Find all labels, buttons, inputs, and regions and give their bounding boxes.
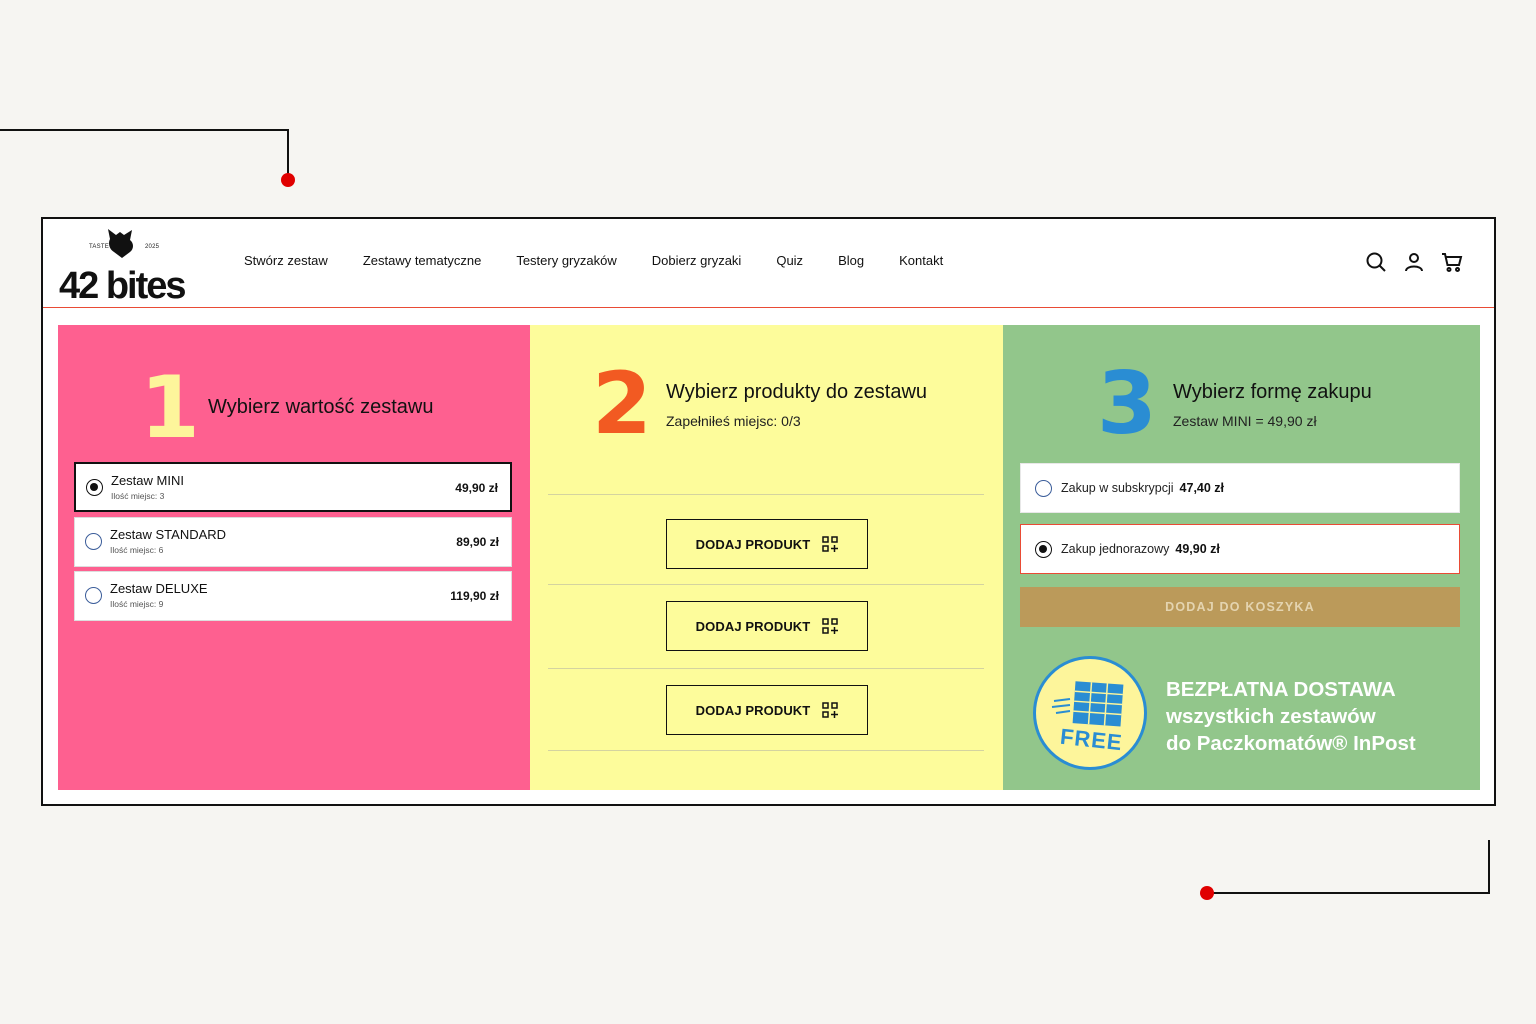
- add-to-cart-button[interactable]: DODAJ DO KOSZYKA: [1020, 587, 1460, 627]
- set-option-name: Zestaw MINI: [111, 473, 184, 488]
- step-1-panel: 1 Wybierz wartość zestawu Zestaw MINI Il…: [58, 325, 530, 790]
- free-delivery-line-3: do Paczkomatów® InPost: [1166, 732, 1416, 755]
- cat-logo-icon: [108, 229, 133, 258]
- radio-unselected[interactable]: [1035, 480, 1052, 497]
- set-option-name: Zestaw STANDARD: [110, 527, 227, 542]
- set-option-seats: Ilość miejsc: 9: [110, 599, 164, 609]
- free-delivery-line-2: wszystkich zestawów: [1166, 705, 1376, 728]
- add-product-button-2[interactable]: DODAJ PRODUKT: [666, 601, 868, 651]
- decor-line-bottom-vertical: [1488, 840, 1490, 893]
- nav-item-dobierz-gryzaki[interactable]: Dobierz gryzaki: [652, 253, 742, 268]
- header-icons: [1364, 250, 1464, 274]
- payment-option-one-time[interactable]: Zakup jednorazowy 49,90 zł: [1020, 524, 1460, 574]
- divider: [548, 668, 984, 669]
- logo-text: 42 bites: [59, 265, 187, 307]
- set-option-price: 89,90 zł: [456, 535, 499, 549]
- set-option-seats: Ilość miejsc: 6: [110, 545, 164, 555]
- decor-dot-top: [281, 173, 295, 187]
- free-delivery-line-1: BEZPŁATNA DOSTAWA: [1166, 678, 1396, 701]
- payment-option-subscription[interactable]: Zakup w subskrypcji 47,40 zł: [1020, 463, 1460, 513]
- set-option-mini[interactable]: Zestaw MINI Ilość miejsc: 3 49,90 zł: [74, 462, 512, 512]
- nav-item-blog[interactable]: Blog: [838, 253, 864, 268]
- divider: [548, 750, 984, 751]
- nav-item-zestawy-tematyczne[interactable]: Zestawy tematyczne: [363, 253, 482, 268]
- step-3-subtitle: Zestaw MINI = 49,90 zł: [1173, 413, 1317, 429]
- logo-tagline-right: 2025: [145, 244, 160, 250]
- set-option-standard[interactable]: Zestaw STANDARD Ilość miejsc: 6 89,90 zł: [74, 517, 512, 567]
- set-option-price: 119,90 zł: [450, 589, 499, 603]
- step-2-number: 2: [592, 354, 652, 454]
- radio-selected[interactable]: [1035, 541, 1052, 558]
- add-product-button-1[interactable]: DODAJ PRODUKT: [666, 519, 868, 569]
- nav-item-kontakt[interactable]: Kontakt: [899, 253, 943, 268]
- step-2-panel: 2 Wybierz produkty do zestawu Zapełniłeś…: [530, 325, 1003, 790]
- logo[interactable]: TASTE 2025 42 bites: [59, 227, 199, 307]
- add-product-label: DODAJ PRODUKT: [695, 618, 811, 634]
- add-grid-icon: [822, 618, 839, 634]
- decor-line-bottom-horizontal: [1210, 892, 1490, 894]
- free-label: FREE: [1058, 723, 1124, 756]
- decor-line-top-vertical: [287, 129, 289, 175]
- step-3-number: 3: [1097, 354, 1157, 454]
- payment-option-text: Zakup w subskrypcji 47,40 zł: [1061, 481, 1224, 495]
- configurator: 1 Wybierz wartość zestawu Zestaw MINI Il…: [58, 325, 1480, 790]
- free-delivery-badge: FREE: [1033, 656, 1147, 770]
- add-grid-icon: [822, 536, 839, 552]
- set-option-deluxe[interactable]: Zestaw DELUXE Ilość miejsc: 9 119,90 zł: [74, 571, 512, 621]
- step-3-panel: 3 Wybierz formę zakupu Zestaw MINI = 49,…: [1003, 325, 1480, 790]
- user-icon[interactable]: [1402, 250, 1426, 274]
- decor-line-top-horizontal: [0, 129, 288, 131]
- step-2-subtitle: Zapełniłeś miejsc: 0/3: [666, 413, 801, 429]
- site-header: TASTE 2025 42 bites Stwórz zestaw Zestaw…: [43, 219, 1494, 308]
- cart-icon[interactable]: [1440, 250, 1464, 274]
- radio-unselected[interactable]: [85, 587, 102, 604]
- add-product-label: DODAJ PRODUKT: [695, 536, 811, 552]
- main-nav: Stwórz zestaw Zestawy tematyczne Testery…: [244, 253, 978, 268]
- set-option-seats: Ilość miejsc: 3: [111, 491, 165, 501]
- step-3-title: Wybierz formę zakupu: [1173, 381, 1372, 403]
- add-product-button-3[interactable]: DODAJ PRODUKT: [666, 685, 868, 735]
- divider: [548, 494, 984, 495]
- payment-option-text: Zakup jednorazowy 49,90 zł: [1061, 542, 1220, 556]
- payment-option-label: Zakup w subskrypcji: [1061, 481, 1174, 495]
- free-delivery-text: BEZPŁATNA DOSTAWA wszystkich zestawów do…: [1166, 676, 1416, 757]
- payment-option-price: 47,40 zł: [1179, 481, 1225, 495]
- add-grid-icon: [822, 702, 839, 718]
- browser-frame: TASTE 2025 42 bites Stwórz zestaw Zestaw…: [41, 217, 1496, 806]
- step-1-number: 1: [140, 358, 200, 458]
- nav-item-testery-gryzakow[interactable]: Testery gryzaków: [516, 253, 616, 268]
- step-1-title: Wybierz wartość zestawu: [208, 396, 434, 418]
- set-option-name: Zestaw DELUXE: [110, 581, 208, 596]
- decor-dot-bottom: [1200, 886, 1214, 900]
- radio-selected[interactable]: [86, 479, 103, 496]
- add-product-label: DODAJ PRODUKT: [695, 702, 811, 718]
- nav-item-stworz-zestaw[interactable]: Stwórz zestaw: [244, 253, 328, 268]
- payment-option-price: 49,90 zł: [1175, 542, 1220, 556]
- payment-option-label: Zakup jednorazowy: [1061, 542, 1170, 556]
- nav-item-quiz[interactable]: Quiz: [776, 253, 803, 268]
- search-icon[interactable]: [1364, 250, 1388, 274]
- divider: [548, 584, 984, 585]
- step-2-title: Wybierz produkty do zestawu: [666, 381, 928, 403]
- radio-unselected[interactable]: [85, 533, 102, 550]
- set-option-price: 49,90 zł: [455, 481, 498, 495]
- parcel-locker-icon: [1051, 681, 1124, 727]
